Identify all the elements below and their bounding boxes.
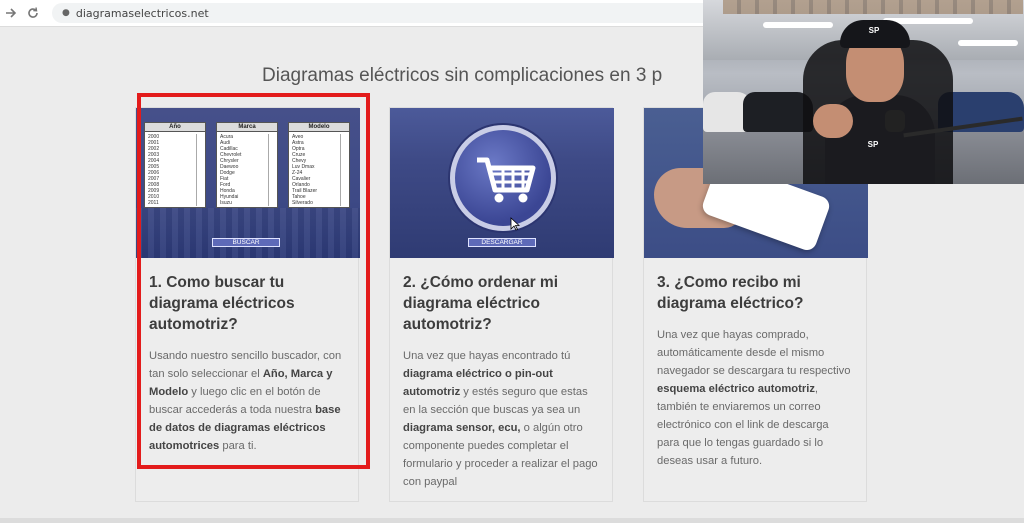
- section-heading: Diagramas eléctricos sin complicaciones …: [262, 65, 663, 86]
- address-bar[interactable]: ● diagramaselectricos.net: [52, 3, 712, 23]
- url-text: diagramaselectricos.net: [75, 6, 209, 20]
- card-description: Una vez que hayas encontrado tú diagrama…: [403, 347, 600, 491]
- emphasis-text: diagrama sensor, ecu,: [403, 422, 521, 434]
- webcam-overlay: SP SP: [703, 0, 1024, 184]
- ceiling-light: [958, 40, 1018, 46]
- microphone-icon: [885, 110, 905, 132]
- card-title: 3. ¿Como recibo mi diagrama eléctrico?: [657, 274, 804, 312]
- reload-icon[interactable]: [22, 2, 44, 24]
- card-description: Una vez que hayas comprado, automáticame…: [657, 326, 854, 470]
- mouse-cursor-icon: [510, 216, 521, 235]
- bottom-edge: [0, 518, 1024, 523]
- body-text: Una vez que hayas encontrado tú: [403, 350, 571, 362]
- highlight-annotation: [137, 93, 370, 469]
- step-card-2: DESCARGAR 2. ¿Cómo ordenar mi diagrama e…: [389, 107, 614, 502]
- ceiling-beam: [723, 0, 1023, 14]
- shirt-logo: SP: [867, 140, 879, 149]
- body-text: Una vez que hayas comprado, automáticame…: [657, 329, 851, 377]
- cart-illustration: DESCARGAR: [390, 108, 614, 258]
- cap-logo: SP: [868, 26, 880, 35]
- shopping-cart-icon: [450, 125, 556, 231]
- emphasis-text: esquema eléctrico automotriz: [657, 383, 815, 395]
- arrow-right-icon[interactable]: [0, 2, 22, 24]
- ceiling-light: [763, 22, 833, 28]
- lock-icon: ●: [62, 8, 70, 18]
- person-hand: [813, 104, 853, 138]
- card-title: 2. ¿Cómo ordenar mi diagrama eléctrico a…: [403, 274, 559, 333]
- download-button[interactable]: DESCARGAR: [468, 238, 536, 247]
- body-text: , también te enviaremos un correo electr…: [657, 383, 829, 467]
